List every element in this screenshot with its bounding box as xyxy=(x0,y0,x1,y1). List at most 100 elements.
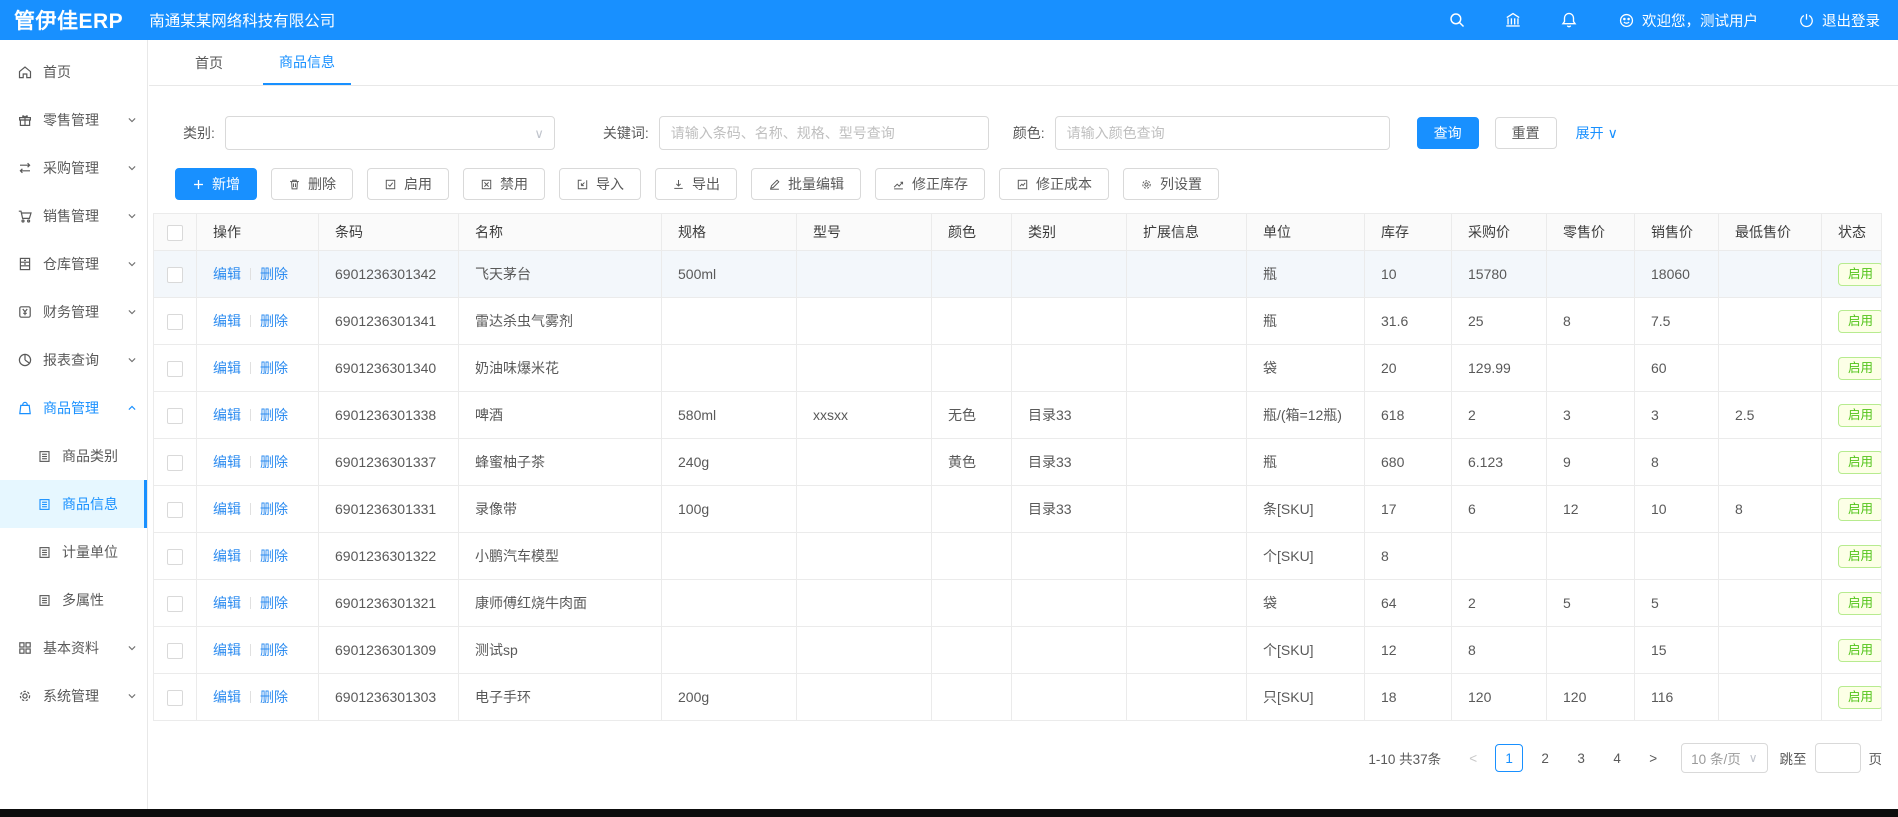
category-select[interactable]: ∨ xyxy=(225,116,555,150)
edit-link[interactable]: 编辑 xyxy=(213,548,241,564)
cell-spec: 100g xyxy=(662,486,797,533)
edit-link[interactable]: 编辑 xyxy=(213,642,241,658)
delete-link[interactable]: 删除 xyxy=(260,360,288,376)
delete-link[interactable]: 删除 xyxy=(260,266,288,282)
sidebar-item-purchase[interactable]: 采购管理 xyxy=(0,144,147,192)
row-checkbox[interactable] xyxy=(167,596,183,612)
row-checkbox[interactable] xyxy=(167,690,183,706)
sidebar-item-units[interactable]: 计量单位 xyxy=(0,528,147,576)
sidebar-item-finance[interactable]: 财务管理 xyxy=(0,288,147,336)
delete-link[interactable]: 删除 xyxy=(260,407,288,423)
bank-icon[interactable] xyxy=(1504,11,1522,29)
cell-actions: 编辑 删除 xyxy=(197,533,319,580)
sidebar-item-attributes[interactable]: 多属性 xyxy=(0,576,147,624)
row-checkbox[interactable] xyxy=(167,314,183,330)
cell-purchase-price: 120 xyxy=(1452,674,1547,721)
cell-category xyxy=(1012,627,1127,674)
tab-bar: 首页 商品信息 xyxy=(149,40,1898,86)
row-checkbox[interactable] xyxy=(167,408,183,424)
delete-button[interactable]: 删除 xyxy=(271,168,353,200)
tab-product-info[interactable]: 商品信息 xyxy=(263,40,351,85)
bell-icon[interactable] xyxy=(1560,11,1578,29)
fix-cost-button[interactable]: 修正成本 xyxy=(999,168,1109,200)
add-button[interactable]: 新增 xyxy=(175,168,257,200)
user-greeting[interactable]: 欢迎您，测试用户 xyxy=(1618,10,1758,31)
chevron-down-icon: ∨ xyxy=(1749,751,1758,765)
edit-link[interactable]: 编辑 xyxy=(213,689,241,705)
next-page-button[interactable]: > xyxy=(1639,744,1667,772)
enable-button[interactable]: 启用 xyxy=(367,168,449,200)
sidebar-item-reports[interactable]: 报表查询 xyxy=(0,336,147,384)
divider xyxy=(250,362,251,374)
logout-button[interactable]: 退出登录 xyxy=(1798,10,1880,31)
page-button-3[interactable]: 3 xyxy=(1567,744,1595,772)
sidebar-item-product-info[interactable]: 商品信息 xyxy=(0,480,147,528)
cell-status: 启用 xyxy=(1822,580,1882,627)
sidebar-item-system[interactable]: 系统管理 xyxy=(0,672,147,720)
fix-stock-button[interactable]: 修正库存 xyxy=(875,168,985,200)
edit-link[interactable]: 编辑 xyxy=(213,313,241,329)
cell-ext xyxy=(1127,298,1247,345)
reset-button[interactable]: 重置 xyxy=(1495,117,1557,149)
select-all-checkbox[interactable] xyxy=(167,225,183,241)
import-button[interactable]: 导入 xyxy=(559,168,641,200)
search-icon[interactable] xyxy=(1448,11,1466,29)
cell-color xyxy=(932,533,1012,580)
delete-link[interactable]: 删除 xyxy=(260,642,288,658)
cell-stock: 31.6 xyxy=(1365,298,1452,345)
sidebar-item-basic-data[interactable]: 基本资料 xyxy=(0,624,147,672)
sidebar-item-warehouse[interactable]: 仓库管理 xyxy=(0,240,147,288)
cell-ext xyxy=(1127,627,1247,674)
logout-text: 退出登录 xyxy=(1822,10,1880,31)
row-checkbox[interactable] xyxy=(167,455,183,471)
export-button[interactable]: 导出 xyxy=(655,168,737,200)
row-checkbox[interactable] xyxy=(167,502,183,518)
delete-link[interactable]: 删除 xyxy=(260,313,288,329)
edit-link[interactable]: 编辑 xyxy=(213,595,241,611)
row-checkbox[interactable] xyxy=(167,361,183,377)
sidebar-item-retail[interactable]: 零售管理 xyxy=(0,96,147,144)
column-header-spec: 规格 xyxy=(662,214,797,251)
keyword-input[interactable] xyxy=(659,116,989,150)
cell-model: xxsxx xyxy=(797,392,932,439)
search-button[interactable]: 查询 xyxy=(1417,117,1479,149)
sidebar-item-product-category[interactable]: 商品类别 xyxy=(0,432,147,480)
row-checkbox[interactable] xyxy=(167,643,183,659)
edit-link[interactable]: 编辑 xyxy=(213,501,241,517)
cell-stock: 20 xyxy=(1365,345,1452,392)
disable-button[interactable]: 禁用 xyxy=(463,168,545,200)
cell-retail-price: 8 xyxy=(1547,298,1635,345)
cell-barcode: 6901236301342 xyxy=(319,251,459,298)
cell-retail-price xyxy=(1547,627,1635,674)
chevron-down-icon xyxy=(127,643,137,653)
tab-home[interactable]: 首页 xyxy=(179,40,239,85)
edit-link[interactable]: 编辑 xyxy=(213,407,241,423)
color-input[interactable] xyxy=(1055,116,1390,150)
cell-min-price xyxy=(1719,345,1822,392)
cell-retail-price: 5 xyxy=(1547,580,1635,627)
edit-link[interactable]: 编辑 xyxy=(213,454,241,470)
prev-page-button[interactable]: < xyxy=(1459,744,1487,772)
row-checkbox[interactable] xyxy=(167,549,183,565)
edit-link[interactable]: 编辑 xyxy=(213,360,241,376)
sidebar-item-products[interactable]: 商品管理 xyxy=(0,384,147,432)
cell-model xyxy=(797,298,932,345)
edit-link[interactable]: 编辑 xyxy=(213,266,241,282)
page-size-select[interactable]: 10 条/页 ∨ xyxy=(1681,743,1767,773)
column-settings-button[interactable]: 列设置 xyxy=(1123,168,1219,200)
delete-link[interactable]: 删除 xyxy=(260,689,288,705)
delete-link[interactable]: 删除 xyxy=(260,454,288,470)
jump-page-input[interactable] xyxy=(1815,743,1861,773)
delete-link[interactable]: 删除 xyxy=(260,595,288,611)
cell-purchase-price: 6.123 xyxy=(1452,439,1547,486)
batch-edit-button[interactable]: 批量编辑 xyxy=(751,168,861,200)
row-checkbox[interactable] xyxy=(167,267,183,283)
sidebar-item-home[interactable]: 首页 xyxy=(0,48,147,96)
delete-link[interactable]: 删除 xyxy=(260,501,288,517)
page-button-2[interactable]: 2 xyxy=(1531,744,1559,772)
page-button-4[interactable]: 4 xyxy=(1603,744,1631,772)
sidebar-item-sales[interactable]: 销售管理 xyxy=(0,192,147,240)
page-button-1[interactable]: 1 xyxy=(1495,744,1523,772)
delete-link[interactable]: 删除 xyxy=(260,548,288,564)
expand-toggle[interactable]: 展开∨ xyxy=(1576,123,1618,143)
